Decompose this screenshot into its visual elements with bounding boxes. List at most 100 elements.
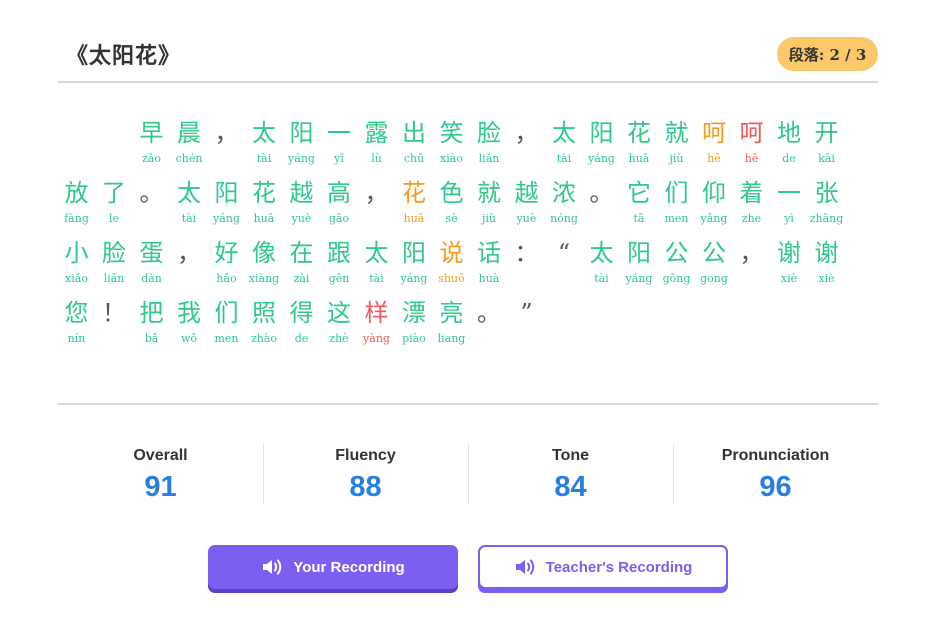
- hanzi-cell: 我 wǒ: [170, 298, 208, 346]
- hanzi: 就: [664, 119, 689, 147]
- hanzi: 露: [364, 119, 389, 147]
- hanzi: ，: [214, 119, 239, 147]
- hanzi-cell: 色 sè: [433, 178, 471, 226]
- hanzi: 太: [552, 119, 576, 147]
- pinyin: zhè: [329, 332, 349, 345]
- your-recording-button[interactable]: Your Recording: [208, 545, 458, 589]
- hanzi: 公: [702, 239, 726, 267]
- hanzi: 出: [402, 119, 426, 147]
- hanzi: 一: [327, 119, 351, 147]
- pinyin: [508, 152, 546, 166]
- hanzi-cell: 晨 chén: [170, 118, 208, 166]
- hanzi: 放: [64, 179, 89, 207]
- score-label: Overall: [133, 447, 188, 464]
- pinyin: zhào: [250, 332, 278, 345]
- hanzi: 了: [102, 179, 126, 207]
- pinyin: [133, 212, 171, 226]
- pinyin: yáng: [400, 272, 428, 285]
- punctuation-cell: 。: [133, 178, 171, 226]
- hanzi-cell: 呵 hē: [733, 118, 771, 166]
- pinyin: yàng: [363, 332, 390, 345]
- hanzi: 呵: [702, 119, 726, 147]
- hanzi-cell: 在 zài: [283, 238, 321, 286]
- hanzi-cell: 们 men: [208, 298, 246, 346]
- pinyin: yì: [784, 212, 794, 225]
- pinyin: nín: [67, 332, 86, 345]
- hanzi-cell: 太 tài: [170, 178, 208, 226]
- hanzi: 早: [139, 119, 164, 147]
- pinyin: tài: [594, 272, 609, 285]
- hanzi: 话: [477, 239, 501, 267]
- punctuation-cell: 。: [470, 298, 508, 346]
- pinyin: tài: [556, 152, 572, 165]
- hanzi-cell: 这 zhè: [320, 298, 358, 346]
- hanzi: ，: [739, 239, 764, 267]
- pinyin: gāo: [328, 212, 350, 225]
- passage-line: 小 xiǎo 脸 liǎn 蛋 dàn ， 好 hǎo 像 xiàng 在 zài 跟 gēn 太 tài 阳 yá…: [58, 238, 878, 298]
- pinyin: men: [214, 332, 239, 345]
- pinyin: [95, 152, 133, 166]
- hanzi: 它: [627, 179, 651, 207]
- pinyin: yáng: [588, 152, 615, 165]
- pinyin: [508, 272, 546, 286]
- score-value: 88: [349, 471, 382, 503]
- pinyin: le: [108, 212, 120, 225]
- pinyin: piào: [402, 332, 426, 345]
- hanzi: 浓: [552, 179, 576, 207]
- hanzi-cell: 浓 nóng: [545, 178, 583, 226]
- hanzi: “: [557, 239, 571, 267]
- pinyin: de: [294, 332, 309, 345]
- pinyin: hē: [707, 152, 721, 165]
- pinyin: liǎn: [103, 272, 125, 285]
- hanzi-cell: 阳 yáng: [620, 238, 658, 286]
- hanzi-cell: 早 zǎo: [133, 118, 171, 166]
- punctuation-cell: ！: [95, 298, 133, 346]
- passage-line: 早 zǎo 晨 chén ， 太 tài 阳 yáng 一 yī 露 lù 出 chū 笑 xiào 脸 liǎn ，…: [58, 118, 878, 178]
- hanzi-cell: 谢 xiè: [770, 238, 808, 286]
- pinyin: zhe: [741, 212, 762, 225]
- bottom-divider: [58, 403, 878, 405]
- your-recording-label: Your Recording: [293, 558, 405, 576]
- hanzi-cell: 谢 xiè: [808, 238, 846, 286]
- hanzi: 我: [177, 299, 201, 327]
- hanzi: 跟: [327, 239, 351, 267]
- pinyin: hǎo: [216, 272, 237, 285]
- hanzi: 张: [814, 179, 839, 207]
- hanzi: 仰: [702, 179, 726, 207]
- pinyin: zhāng: [809, 212, 844, 225]
- pinyin: men: [664, 212, 689, 225]
- hanzi: 花: [627, 119, 651, 147]
- hanzi-cell: 样 yàng: [358, 298, 396, 346]
- hanzi: 晨: [177, 119, 201, 147]
- hanzi-cell: 脸 liǎn: [95, 238, 133, 286]
- hanzi-cell: 花 huā: [245, 178, 283, 226]
- pinyin: tā: [633, 212, 645, 225]
- hanzi-cell: 小 xiǎo: [58, 238, 96, 286]
- hanzi-cell: 出 chū: [395, 118, 433, 166]
- pinyin: chū: [403, 152, 425, 165]
- score-value: 96: [759, 471, 792, 503]
- hanzi: 蛋: [139, 239, 164, 267]
- pinyin: yuè: [291, 212, 312, 225]
- pinyin: gōng: [662, 272, 691, 285]
- hanzi-cell: 漂 piào: [395, 298, 433, 346]
- pinyin: jiù: [481, 212, 496, 225]
- hanzi: ！: [102, 299, 126, 327]
- hanzi: 呵: [739, 119, 764, 147]
- hanzi-cell: 张 zhāng: [808, 178, 846, 226]
- teacher-recording-button[interactable]: Teacher's Recording: [478, 545, 728, 589]
- hanzi-cell: 话 huà: [470, 238, 508, 286]
- hanzi-cell: 好 hǎo: [208, 238, 246, 286]
- hanzi: 亮: [439, 299, 464, 327]
- score-label: Fluency: [335, 447, 396, 464]
- hanzi: 笑: [439, 119, 464, 147]
- hanzi: 阳: [402, 239, 426, 267]
- passage-title: 《太阳花》: [66, 43, 182, 69]
- hanzi-cell: 地 de: [770, 118, 808, 166]
- hanzi-cell: 阳 yáng: [395, 238, 433, 286]
- score-panel: Overall 91 Fluency 88 Tone 84 Pronunciat…: [58, 440, 878, 510]
- pinyin: [470, 332, 508, 346]
- hanzi-cell: 花 huā: [395, 178, 433, 226]
- score-label: Tone: [551, 447, 590, 464]
- hanzi: 开: [814, 119, 839, 147]
